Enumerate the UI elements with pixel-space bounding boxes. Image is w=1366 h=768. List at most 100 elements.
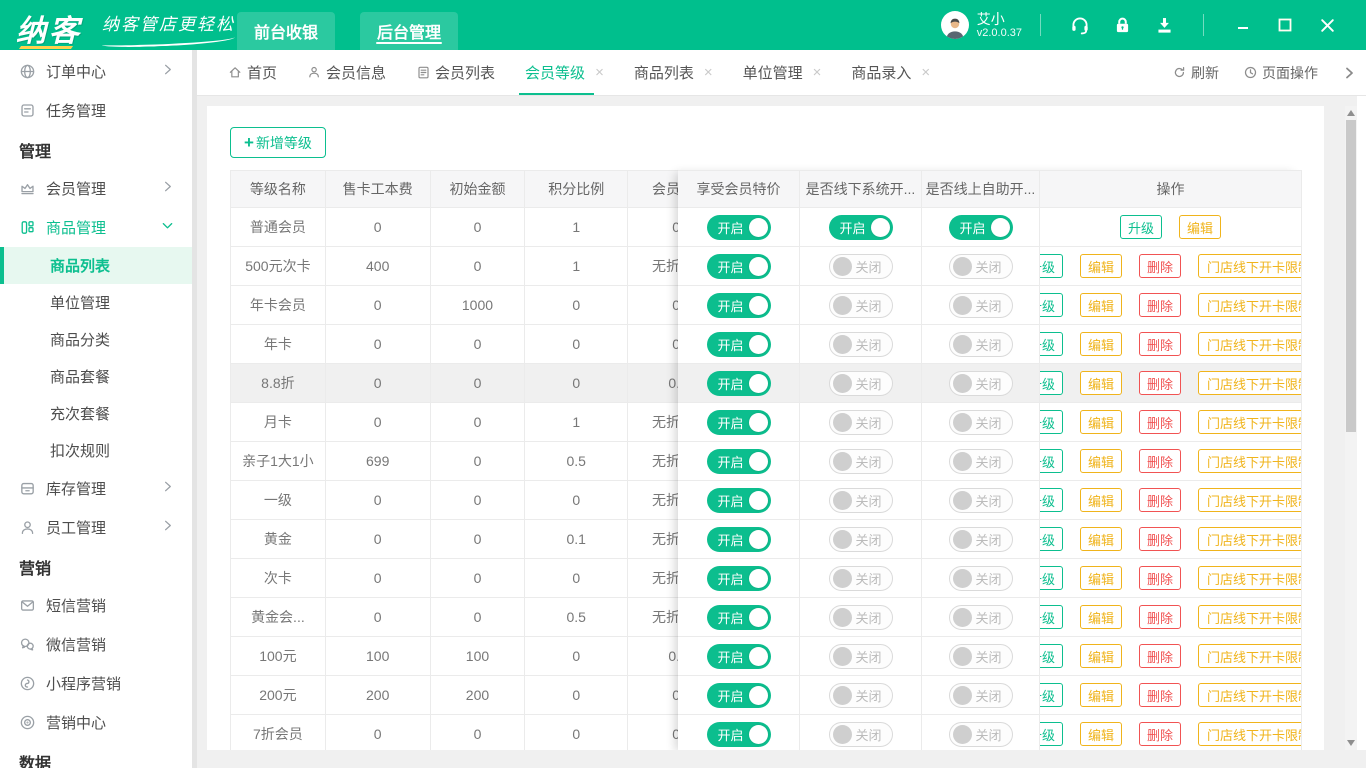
edit-button[interactable]: 编辑: [1079, 488, 1122, 512]
edit-button[interactable]: 编辑: [1079, 410, 1122, 434]
toggle-online-open[interactable]: 关闭: [948, 526, 1013, 552]
edit-button[interactable]: 编辑: [1079, 566, 1122, 590]
edit-button[interactable]: 编辑: [1179, 215, 1222, 239]
avatar[interactable]: [940, 11, 969, 39]
edit-button[interactable]: 编辑: [1079, 527, 1122, 551]
toggle-online-open[interactable]: 关闭: [948, 448, 1013, 474]
delete-button[interactable]: 删除: [1139, 566, 1182, 590]
toggle-offline-open[interactable]: 关闭: [828, 643, 893, 669]
edit-button[interactable]: 编辑: [1079, 293, 1122, 317]
store-offline-limit-button[interactable]: 门店线下开卡限制: [1198, 605, 1301, 629]
sidebar-item[interactable]: 订单中心: [0, 52, 197, 91]
upgrade-button[interactable]: 升级: [1119, 215, 1162, 239]
edit-button[interactable]: 编辑: [1079, 722, 1122, 746]
toggle-member-special-price[interactable]: 开启: [706, 643, 771, 669]
sidebar-item[interactable]: 库存管理: [0, 469, 197, 508]
sidebar-subitem[interactable]: 商品列表: [0, 247, 192, 284]
delete-button[interactable]: 删除: [1139, 527, 1182, 551]
delete-button[interactable]: 删除: [1139, 449, 1182, 473]
toggle-member-special-price[interactable]: 开启: [706, 487, 771, 513]
scroll-down-arrow-icon[interactable]: [1347, 740, 1355, 746]
toggle-member-special-price[interactable]: 开启: [706, 565, 771, 591]
edit-button[interactable]: 编辑: [1079, 332, 1122, 356]
delete-button[interactable]: 删除: [1139, 332, 1182, 356]
sidebar-subitem[interactable]: 商品分类: [0, 321, 197, 358]
refresh-button[interactable]: 刷新: [1172, 63, 1219, 83]
toggle-online-open[interactable]: 关闭: [948, 721, 1013, 747]
toggle-member-special-price[interactable]: 开启: [706, 214, 771, 240]
toggle-offline-open[interactable]: 关闭: [828, 253, 893, 279]
toggle-offline-open[interactable]: 关闭: [828, 682, 893, 708]
tab-close-icon[interactable]: ×: [813, 64, 822, 81]
toggle-online-open[interactable]: 关闭: [948, 253, 1013, 279]
maximize-button[interactable]: [1272, 12, 1298, 38]
toggle-online-open[interactable]: 关闭: [948, 292, 1013, 318]
toggle-member-special-price[interactable]: 开启: [706, 604, 771, 630]
close-button[interactable]: [1314, 12, 1340, 38]
toggle-offline-open[interactable]: 关闭: [828, 721, 893, 747]
toggle-offline-open[interactable]: 关闭: [828, 292, 893, 318]
sidebar-scrollbar[interactable]: [192, 50, 197, 768]
upgrade-button[interactable]: 升级: [1040, 254, 1063, 278]
topbar-nav-tab[interactable]: 后台管理: [360, 12, 459, 50]
edit-button[interactable]: 编辑: [1079, 371, 1122, 395]
delete-button[interactable]: 删除: [1139, 644, 1182, 668]
upgrade-button[interactable]: 升级: [1040, 332, 1063, 356]
toggle-offline-open[interactable]: 关闭: [828, 448, 893, 474]
tabs-scroll-right-icon[interactable]: [1342, 66, 1356, 80]
store-offline-limit-button[interactable]: 门店线下开卡限制: [1198, 332, 1301, 356]
toggle-online-open[interactable]: 关闭: [948, 487, 1013, 513]
delete-button[interactable]: 删除: [1139, 410, 1182, 434]
sidebar-item[interactable]: 小程序营销: [0, 664, 197, 703]
delete-button[interactable]: 删除: [1139, 605, 1182, 629]
upgrade-button[interactable]: 升级: [1040, 410, 1063, 434]
toggle-member-special-price[interactable]: 开启: [706, 331, 771, 357]
store-offline-limit-button[interactable]: 门店线下开卡限制: [1198, 371, 1301, 395]
tab-item[interactable]: 商品列表 ×: [634, 50, 713, 95]
toggle-member-special-price[interactable]: 开启: [706, 253, 771, 279]
toggle-online-open[interactable]: 关闭: [948, 409, 1013, 435]
toggle-online-open[interactable]: 关闭: [948, 565, 1013, 591]
sidebar-item[interactable]: 商品管理: [0, 208, 197, 247]
edit-button[interactable]: 编辑: [1079, 449, 1122, 473]
upgrade-button[interactable]: 升级: [1040, 371, 1063, 395]
store-offline-limit-button[interactable]: 门店线下开卡限制: [1198, 254, 1301, 278]
store-offline-limit-button[interactable]: 门店线下开卡限制: [1198, 722, 1301, 746]
toggle-offline-open[interactable]: 开启: [828, 214, 893, 240]
upgrade-button[interactable]: 升级: [1040, 605, 1063, 629]
toggle-member-special-price[interactable]: 开启: [706, 721, 771, 747]
delete-button[interactable]: 删除: [1139, 722, 1182, 746]
upgrade-button[interactable]: 升级: [1040, 644, 1063, 668]
toggle-online-open[interactable]: 关闭: [948, 331, 1013, 357]
upgrade-button[interactable]: 升级: [1040, 683, 1063, 707]
toggle-offline-open[interactable]: 关闭: [828, 487, 893, 513]
sidebar-subitem[interactable]: 扣次规则: [0, 432, 197, 469]
delete-button[interactable]: 删除: [1139, 683, 1182, 707]
toggle-online-open[interactable]: 关闭: [948, 643, 1013, 669]
toggle-member-special-price[interactable]: 开启: [706, 526, 771, 552]
toggle-member-special-price[interactable]: 开启: [706, 409, 771, 435]
store-offline-limit-button[interactable]: 门店线下开卡限制: [1198, 488, 1301, 512]
store-offline-limit-button[interactable]: 门店线下开卡限制: [1198, 566, 1301, 590]
toggle-offline-open[interactable]: 关闭: [828, 604, 893, 630]
topbar-nav-tab[interactable]: 前台收银: [237, 12, 336, 50]
delete-button[interactable]: 删除: [1139, 254, 1182, 278]
scroll-up-arrow-icon[interactable]: [1347, 110, 1355, 116]
toggle-member-special-price[interactable]: 开启: [706, 292, 771, 318]
tab-close-icon[interactable]: ×: [595, 64, 604, 81]
tab-close-icon[interactable]: ×: [921, 64, 930, 81]
toggle-online-open[interactable]: 开启: [948, 214, 1013, 240]
toggle-offline-open[interactable]: 关闭: [828, 526, 893, 552]
upgrade-button[interactable]: 升级: [1040, 293, 1063, 317]
sidebar-subitem[interactable]: 充次套餐: [0, 395, 197, 432]
upgrade-button[interactable]: 升级: [1040, 527, 1063, 551]
minimize-button[interactable]: [1230, 12, 1256, 38]
lock-icon[interactable]: [1110, 13, 1134, 37]
tab-item[interactable]: 单位管理 ×: [743, 50, 822, 95]
sidebar-subitem[interactable]: 商品套餐: [0, 358, 197, 395]
toggle-offline-open[interactable]: 关闭: [828, 370, 893, 396]
tab-item[interactable]: 会员等级 ×: [519, 50, 604, 95]
store-offline-limit-button[interactable]: 门店线下开卡限制: [1198, 449, 1301, 473]
edit-button[interactable]: 编辑: [1079, 254, 1122, 278]
toggle-online-open[interactable]: 关闭: [948, 370, 1013, 396]
